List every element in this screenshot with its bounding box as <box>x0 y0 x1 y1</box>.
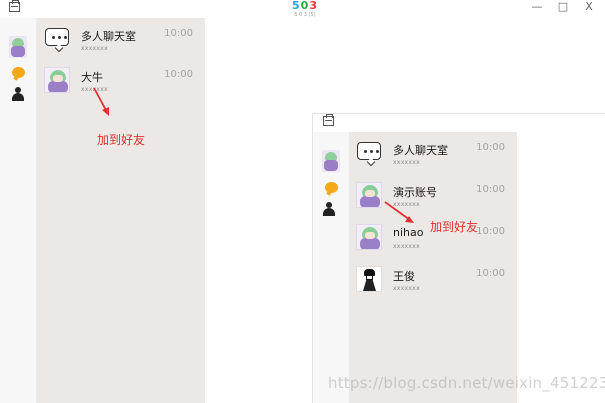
annotation-label: 加到好友 <box>430 220 479 234</box>
conversation-time: 10:00 <box>164 69 193 80</box>
annotation-arrow-icon <box>384 201 414 223</box>
brand-digits: 503 <box>292 0 318 12</box>
my-avatar[interactable] <box>322 150 340 172</box>
conversation-name: 多人聊天室 <box>81 30 136 43</box>
chat-window-secondary: 多人聊天室 xxxxxxx 10:00 演示账号 xxxxxxx 10:00 n… <box>312 113 605 403</box>
conversation-list: 多人聊天室 xxxxxxx 10:00 大牛 xxxxxxx 10:00 <box>37 18 205 403</box>
conversation-name: 大牛 <box>81 71 103 84</box>
group-chat-icon <box>356 140 382 166</box>
conversation-name: 多人聊天室 <box>393 144 448 157</box>
contacts-icon[interactable] <box>12 87 26 101</box>
conversation-time: 10:00 <box>164 28 193 39</box>
contacts-icon[interactable] <box>323 202 337 216</box>
app-brand: 503 5 0 3 (5) <box>290 0 320 18</box>
annotation-label: 加到好友 <box>97 133 146 147</box>
conversation-preview: xxxxxxx <box>393 159 420 166</box>
title-bar[interactable] <box>313 114 605 132</box>
close-button[interactable]: X <box>583 1 595 13</box>
minimize-button[interactable]: — <box>531 1 543 13</box>
maximize-button[interactable]: □ <box>557 1 569 13</box>
conversation-time: 10:00 <box>476 184 505 195</box>
my-avatar[interactable] <box>9 36 27 58</box>
brand-subtitle: 5 0 3 (5) <box>294 12 316 18</box>
conversation-preview: xxxxxxx <box>393 243 420 250</box>
user-avatar <box>356 182 382 208</box>
list-item[interactable]: 大牛 xxxxxxx 10:00 <box>37 59 205 101</box>
conversation-time: 10:00 <box>476 226 505 237</box>
user-avatar <box>356 224 382 250</box>
chat-icon[interactable] <box>12 67 25 78</box>
chat-icon[interactable] <box>325 182 338 193</box>
conversation-time: 10:00 <box>476 268 505 279</box>
list-item[interactable]: 王俊 xxxxxxx 10:00 <box>349 258 517 300</box>
list-item[interactable]: 多人聊天室 xxxxxxx 10:00 <box>349 132 517 174</box>
icon-sidebar <box>313 132 350 403</box>
watermark: https://blog.csdn.net/weixin_45122356 <box>328 374 605 392</box>
list-item[interactable]: 演示账号 xxxxxxx 10:00 <box>349 174 517 216</box>
conversation-preview: xxxxxxx <box>393 285 420 292</box>
conversation-preview: xxxxxxx <box>81 45 108 52</box>
title-bar[interactable]: 503 5 0 3 (5) — □ X <box>0 0 605 18</box>
user-avatar <box>44 67 70 93</box>
list-item[interactable]: 多人聊天室 xxxxxxx 10:00 <box>37 18 205 60</box>
user-avatar <box>356 266 382 292</box>
app-logo-icon <box>323 114 334 126</box>
conversation-name: 王俊 <box>393 270 415 283</box>
app-logo-icon <box>9 0 20 12</box>
group-chat-icon <box>44 26 70 52</box>
window-controls: — □ X <box>531 1 595 13</box>
conversation-time: 10:00 <box>476 142 505 153</box>
annotation-arrow-icon <box>93 87 109 116</box>
icon-sidebar <box>0 18 37 403</box>
conversation-list: 多人聊天室 xxxxxxx 10:00 演示账号 xxxxxxx 10:00 n… <box>349 132 517 403</box>
conversation-name: nihao <box>393 226 424 239</box>
